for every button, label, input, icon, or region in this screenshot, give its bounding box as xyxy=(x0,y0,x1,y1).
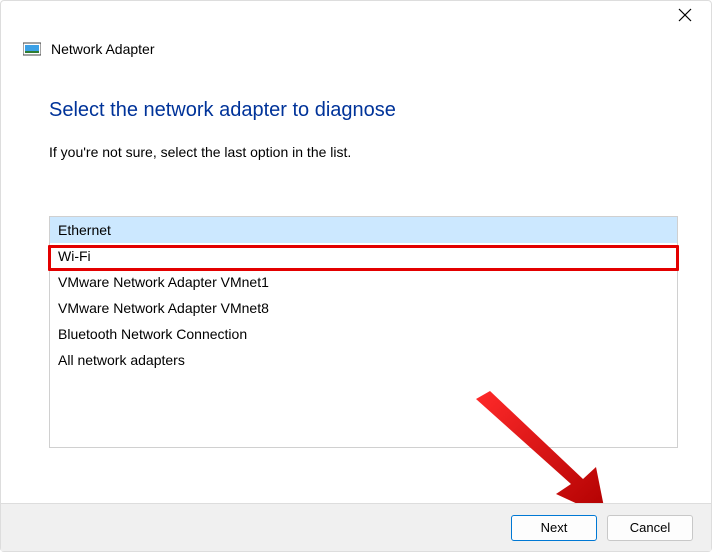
titlebar xyxy=(1,1,711,29)
list-item[interactable]: All network adapters xyxy=(50,347,677,373)
close-button[interactable] xyxy=(669,1,701,29)
list-item[interactable]: VMware Network Adapter VMnet8 xyxy=(50,295,677,321)
list-item[interactable]: Ethernet xyxy=(50,217,677,243)
page-subtext: If you're not sure, select the last opti… xyxy=(49,144,663,160)
next-button[interactable]: Next xyxy=(511,515,597,541)
window-title: Network Adapter xyxy=(51,41,155,57)
content-area: Select the network adapter to diagnose I… xyxy=(1,63,711,448)
adapter-listbox[interactable]: Ethernet Wi-Fi VMware Network Adapter VM… xyxy=(49,216,678,448)
header-row: Network Adapter xyxy=(1,29,711,63)
network-adapter-icon xyxy=(23,41,41,57)
list-item[interactable]: Bluetooth Network Connection xyxy=(50,321,677,347)
cancel-button[interactable]: Cancel xyxy=(607,515,693,541)
list-item[interactable]: VMware Network Adapter VMnet1 xyxy=(50,269,677,295)
close-icon xyxy=(678,8,692,22)
page-heading: Select the network adapter to diagnose xyxy=(49,99,663,122)
list-item[interactable]: Wi-Fi xyxy=(50,243,677,269)
button-bar: Next Cancel xyxy=(1,503,711,551)
